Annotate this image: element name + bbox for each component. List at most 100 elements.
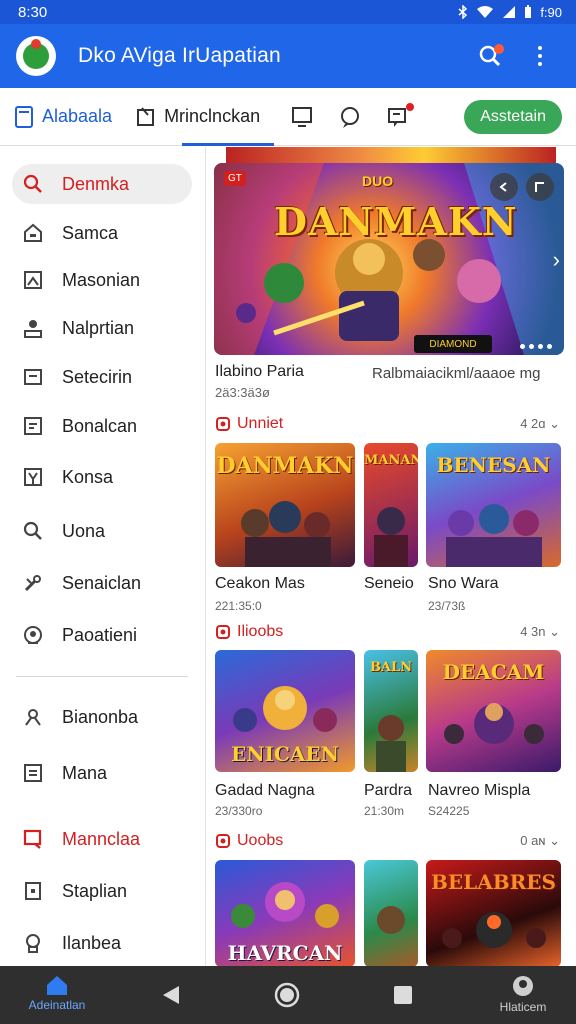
hero-backdrop-strip — [226, 147, 556, 163]
tile-name: Ceakon Mas — [215, 575, 305, 592]
more-options-button[interactable] — [520, 36, 560, 76]
hero-cta[interactable]: DIAMOND — [414, 335, 492, 353]
tile-sub: S24225 — [428, 804, 470, 818]
notification-dot — [494, 44, 504, 54]
sidebar-item-2[interactable]: Masonian — [12, 260, 192, 300]
section-more[interactable]: 4 2ɑ ⌄ — [520, 416, 560, 432]
tile-art-title: ENICAEN — [231, 742, 339, 766]
signal-icon — [503, 6, 516, 18]
sidebar-item-13[interactable]: Staplian — [12, 871, 192, 911]
hero-next-arrow-icon[interactable]: › — [553, 247, 560, 273]
sidebar-item-8[interactable]: Senaiclan — [12, 563, 192, 603]
sidebar-item-9[interactable]: Paoatieni — [12, 615, 192, 655]
sidebar-item-1[interactable]: Samca — [12, 213, 192, 253]
sidebar-item-label: Ilanbea — [62, 932, 122, 953]
game-tile[interactable]: HAVRCAN — [215, 860, 355, 967]
main-content: GT DUO DANMAKN › DIAMOND Ilabino Paria R… — [206, 147, 576, 967]
nav-home-circle-button[interactable] — [274, 982, 300, 1008]
section-more[interactable]: 4 3n ⌄ — [520, 624, 560, 640]
status-icons: f:90 — [458, 5, 562, 20]
hero-caption: Ilabino Paria — [215, 363, 304, 380]
nav-home-button[interactable]: Adeinatlan — [22, 974, 92, 1012]
tile-art-title: HAVRCAN — [227, 941, 343, 965]
bluetooth-icon — [458, 5, 468, 19]
hero-save-button[interactable] — [526, 173, 554, 201]
tile-sub: 23/73ß — [428, 599, 466, 613]
flame-icon — [216, 417, 230, 431]
sidebar-divider — [16, 676, 188, 677]
tablet-icon — [15, 105, 33, 128]
game-tile[interactable]: ENICAEN — [215, 650, 355, 772]
bell-icon — [22, 932, 44, 954]
search-icon — [22, 173, 44, 195]
nav-recents-button[interactable] — [390, 982, 416, 1008]
chat-button[interactable] — [332, 99, 368, 135]
tab-second[interactable]: Mrinclnckan — [136, 88, 275, 146]
status-bar: 8:30 f:90 — [0, 0, 576, 24]
game-tile[interactable] — [364, 860, 418, 967]
section-header: Unniet 4 2ɑ ⌄ — [215, 415, 560, 433]
game-tile[interactable]: BELABRES — [426, 860, 561, 967]
game-tile[interactable]: BENESAN — [426, 443, 561, 567]
sidebar-item-label: Masonian — [62, 269, 141, 290]
app-title: Dko AVigа IrUapatian — [78, 44, 281, 67]
sidebar: Denmkа Samca Masonian Nalprtian Seteciri… — [0, 147, 206, 967]
sidebar-item-label: Mannclaa — [62, 828, 141, 849]
sidebar-item-5[interactable]: Bonalcan — [12, 406, 192, 446]
game-tile[interactable]: DEACAM — [426, 650, 561, 772]
app-logo — [16, 36, 56, 76]
tile-character-art — [444, 703, 544, 744]
recents-square-icon — [394, 986, 412, 1004]
sidebar-item-14[interactable]: Ilanbea — [12, 923, 192, 963]
nav-profile-button[interactable]: Hlaticem — [488, 974, 558, 1014]
tile-name: Navreo Mispla — [428, 782, 531, 799]
search-icon — [22, 520, 44, 542]
home-icon — [22, 222, 44, 244]
sidebar-item-0[interactable]: Denmkа — [12, 164, 192, 204]
tile-character-art — [446, 504, 542, 567]
app-bar: Dko AVigа IrUapatian — [0, 24, 576, 88]
sidebar-item-label: Konsa — [62, 466, 114, 487]
status-time: 8:30 — [18, 3, 48, 21]
search-button[interactable] — [470, 36, 510, 76]
home-circle-icon — [274, 982, 300, 1008]
doc-icon — [22, 762, 44, 784]
controller-icon — [22, 466, 44, 488]
section-more[interactable]: 0 aɴ ⌄ — [520, 833, 560, 849]
battery-icon — [525, 5, 532, 18]
hero-tag: DUO — [362, 173, 394, 189]
tab-cta-button[interactable]: Asstetain — [464, 99, 562, 134]
sidebar-item-12[interactable]: Mannclaa — [12, 819, 192, 859]
profile-icon — [513, 976, 533, 996]
sidebar-item-6[interactable]: Konsa — [12, 457, 192, 497]
tile-name: Seneio — [364, 575, 414, 592]
window-icon — [22, 366, 44, 388]
tile-name: Pardra — [364, 782, 413, 799]
section-header: Uoobs 0 aɴ ⌄ — [215, 832, 560, 850]
hero-pagination-dots — [520, 344, 552, 349]
sidebar-item-11[interactable]: Mana — [12, 753, 192, 793]
nav-back-button[interactable] — [158, 982, 184, 1008]
navigation-bar: Adeinatlan Hlaticem — [0, 966, 576, 1024]
sidebar-item-10[interactable]: Bianonba — [12, 697, 192, 737]
flame-icon — [216, 834, 230, 848]
sidebar-item-7[interactable]: Uona — [12, 511, 192, 551]
hero-banner[interactable]: GT DUO DANMAKN › DIAMOND — [214, 163, 564, 355]
list-icon — [22, 415, 44, 437]
game-tile[interactable]: MANAN — [364, 443, 418, 567]
tile-sub: 221:35:0 — [215, 599, 262, 613]
sidebar-item-label: Denmkа — [62, 173, 130, 194]
game-tile[interactable]: BALN — [364, 650, 418, 772]
tab-first[interactable]: Alabaala — [14, 88, 112, 146]
tab-first-label: Alabaala — [42, 106, 113, 126]
game-tile[interactable]: DANMAKN — [215, 443, 355, 567]
sidebar-item-3[interactable]: Nalprtian — [12, 308, 192, 348]
monitor-button[interactable] — [284, 99, 320, 135]
sidebar-item-4[interactable]: Setecirin — [12, 357, 192, 397]
announcement-button[interactable] — [380, 99, 416, 135]
tile-sub: 23/330ro — [215, 804, 263, 818]
hero-art-title: DANMAKN — [274, 199, 518, 244]
wifi-icon — [477, 6, 494, 18]
section-header: Ilioobs 4 3n ⌄ — [215, 623, 560, 641]
hero-share-button[interactable] — [490, 173, 518, 201]
